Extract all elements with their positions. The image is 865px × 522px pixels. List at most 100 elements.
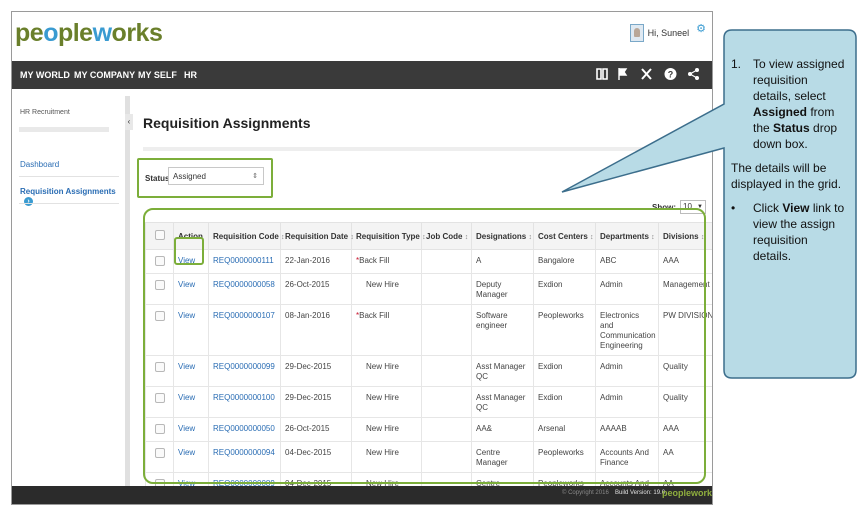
sort-icon: ↕ [651, 233, 655, 241]
view-link[interactable]: View [173, 249, 209, 274]
nav-my-company[interactable]: MY COMPANY [74, 61, 135, 89]
nav-my-self[interactable]: MY SELF [138, 61, 177, 89]
requisition-type: New Hire [351, 441, 422, 473]
requisition-type: *Back Fill [351, 304, 422, 356]
column-header[interactable]: Job Code ↕ [421, 222, 472, 250]
column-header[interactable]: Requisition Date ↕ [280, 222, 354, 250]
requisition-code-link[interactable]: REQ0000000100 [208, 386, 281, 418]
requisition-code-link[interactable]: REQ0000000094 [208, 441, 281, 473]
division: AA [658, 441, 712, 473]
copyright: © Copyright 2016 [562, 490, 609, 496]
user-menu[interactable]: Hi, Suneel ⚙ [629, 22, 706, 42]
nav-my-world[interactable]: MY WORLD [20, 61, 70, 89]
cost-center: Bangalore [533, 249, 596, 274]
table-row: View REQ0000000111 22-Jan-2016 *Back Fill A B… [145, 249, 712, 274]
table-row: View REQ0000000100 29-Dec-2015 New Hire Asst… [145, 386, 712, 418]
book-icon[interactable] [596, 67, 608, 84]
flag-icon[interactable] [617, 67, 629, 84]
table-row: View REQ0000000107 08-Jan-2016 *Back Fill So… [145, 304, 712, 356]
cost-center: Peopleworks [533, 441, 596, 473]
requisition-date: 26-Oct-2015 [280, 417, 352, 442]
requisition-type: New Hire [351, 386, 422, 418]
job-code [421, 386, 472, 418]
select-all-checkbox[interactable] [145, 222, 174, 250]
department: Accounts And Finance [595, 441, 659, 473]
footer-logo: peopleworks [662, 488, 713, 498]
job-code [421, 417, 472, 442]
job-code [421, 273, 472, 305]
status-filter-highlight: Status Assigned ⇕ [137, 158, 273, 198]
division: AAA [658, 417, 712, 442]
requisition-date: 29-Dec-2015 [280, 386, 352, 418]
division: PW DIVISION [658, 304, 712, 356]
department: Electronics and Communication Engineerin… [595, 304, 659, 356]
collapse-sidebar-icon[interactable]: ‹ [125, 114, 133, 130]
main-content: Requisition Assignments Status Assigned … [135, 96, 712, 492]
callout-bullet: • Click View link to view the assign req… [731, 201, 845, 263]
department: Admin [595, 355, 659, 387]
requisition-code-link[interactable]: REQ0000000107 [208, 304, 281, 356]
column-header[interactable]: Requisition Code ↕ [208, 222, 285, 250]
page-size-control: Show: 10 ▼ [652, 200, 706, 214]
requisition-code-link[interactable]: REQ0000000111 [208, 249, 281, 274]
requisition-code-link[interactable]: REQ0000000058 [208, 273, 281, 305]
cost-center: Exdion [533, 355, 596, 387]
job-code [421, 304, 472, 356]
sidebar-bar [19, 127, 109, 132]
view-link[interactable]: View [173, 355, 209, 387]
column-header[interactable]: Divisions ↕ [658, 222, 712, 250]
view-link[interactable]: View [173, 441, 209, 473]
user-greeting: Hi, Suneel [647, 28, 690, 38]
requisition-type: New Hire [351, 273, 422, 305]
page-size-dropdown[interactable]: 10 ▼ [680, 200, 706, 214]
column-header[interactable]: Cost Centers ↕ [533, 222, 596, 250]
sort-icon: ↕ [281, 233, 285, 241]
row-checkbox[interactable] [145, 304, 174, 356]
column-header[interactable]: Departments ↕ [595, 222, 659, 250]
view-link[interactable]: View [173, 386, 209, 418]
requisition-grid: Action Requisition Code ↕ Requisition Da… [145, 222, 712, 492]
requisition-code-link[interactable]: REQ0000000050 [208, 417, 281, 442]
share-icon[interactable] [687, 67, 700, 84]
row-checkbox[interactable] [145, 441, 174, 473]
column-header[interactable]: Designations ↕ [471, 222, 534, 250]
sidebar-scrollbar[interactable] [125, 96, 130, 486]
requisition-type: New Hire [351, 417, 422, 442]
row-checkbox[interactable] [145, 355, 174, 387]
callout-step-1: 1. To view assigned requisition details,… [731, 57, 845, 151]
row-checkbox[interactable] [145, 417, 174, 442]
title-divider [143, 147, 708, 151]
designation: Software engineer [471, 304, 534, 356]
cost-center: Exdion [533, 386, 596, 418]
requisition-code-link[interactable]: REQ0000000099 [208, 355, 281, 387]
status-dropdown[interactable]: Assigned ⇕ [168, 167, 264, 185]
build-version: Build Version: 19.0 [615, 490, 666, 496]
cost-center: Peopleworks [533, 304, 596, 356]
table-row: View REQ0000000094 04-Dec-2015 New Hire Cent… [145, 441, 712, 473]
peopleworks-logo[interactable]: peopleworks [15, 19, 163, 48]
requisition-date: 26-Oct-2015 [280, 273, 352, 305]
gear-icon[interactable]: ⚙ [696, 22, 706, 35]
view-link[interactable]: View [173, 304, 209, 356]
sort-icon: ↕ [590, 233, 594, 241]
row-checkbox[interactable] [145, 386, 174, 418]
column-header[interactable]: Requisition Type ↕ [351, 222, 426, 250]
requisition-date: 04-Dec-2015 [280, 441, 352, 473]
view-link[interactable]: View [173, 417, 209, 442]
department: Admin [595, 273, 659, 305]
requisition-date: 29-Dec-2015 [280, 355, 352, 387]
help-icon[interactable]: ? [664, 67, 677, 84]
nav-hr[interactable]: HR [184, 61, 197, 89]
row-checkbox[interactable] [145, 273, 174, 305]
requisition-date: 08-Jan-2016 [280, 304, 352, 356]
updown-arrow-icon: ⇕ [252, 173, 258, 180]
department: ABC [595, 249, 659, 274]
sidebar-section-title: HR Recruitment [20, 109, 70, 116]
main-nav: MY WORLD MY COMPANY MY SELF HR ? [12, 61, 712, 89]
view-link[interactable]: View [173, 273, 209, 305]
requisition-type: New Hire [351, 355, 422, 387]
tools-icon[interactable] [640, 67, 653, 84]
row-checkbox[interactable] [145, 249, 174, 274]
sidebar-item-dashboard[interactable]: Dashboard [20, 160, 59, 169]
sort-icon: ↕ [700, 233, 705, 241]
